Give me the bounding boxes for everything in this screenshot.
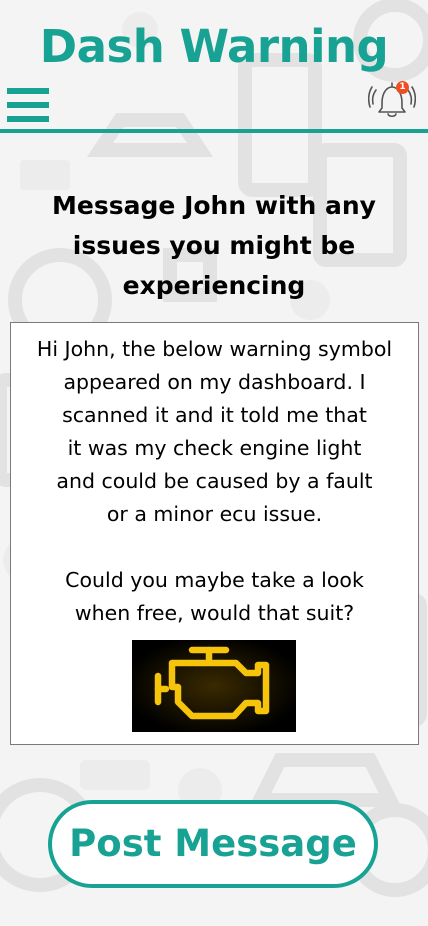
attached-warning-image <box>132 640 296 732</box>
check-engine-light-icon <box>132 640 296 732</box>
app-title: Dash Warning <box>39 20 389 73</box>
header-divider <box>0 129 428 133</box>
app-header: Dash Warning 1 <box>0 0 428 134</box>
bell-icon <box>367 82 417 118</box>
message-prompt-heading: Message John with any issues you might b… <box>52 191 376 300</box>
notifications-button[interactable]: 1 <box>367 78 417 122</box>
notification-count-badge: 1 <box>396 81 409 94</box>
menu-button[interactable] <box>7 88 49 122</box>
message-text: Hi John, the below warning symbol appear… <box>36 337 393 625</box>
post-message-button[interactable]: Post Message <box>48 800 378 888</box>
message-textarea[interactable]: Hi John, the below warning symbol appear… <box>10 322 419 745</box>
